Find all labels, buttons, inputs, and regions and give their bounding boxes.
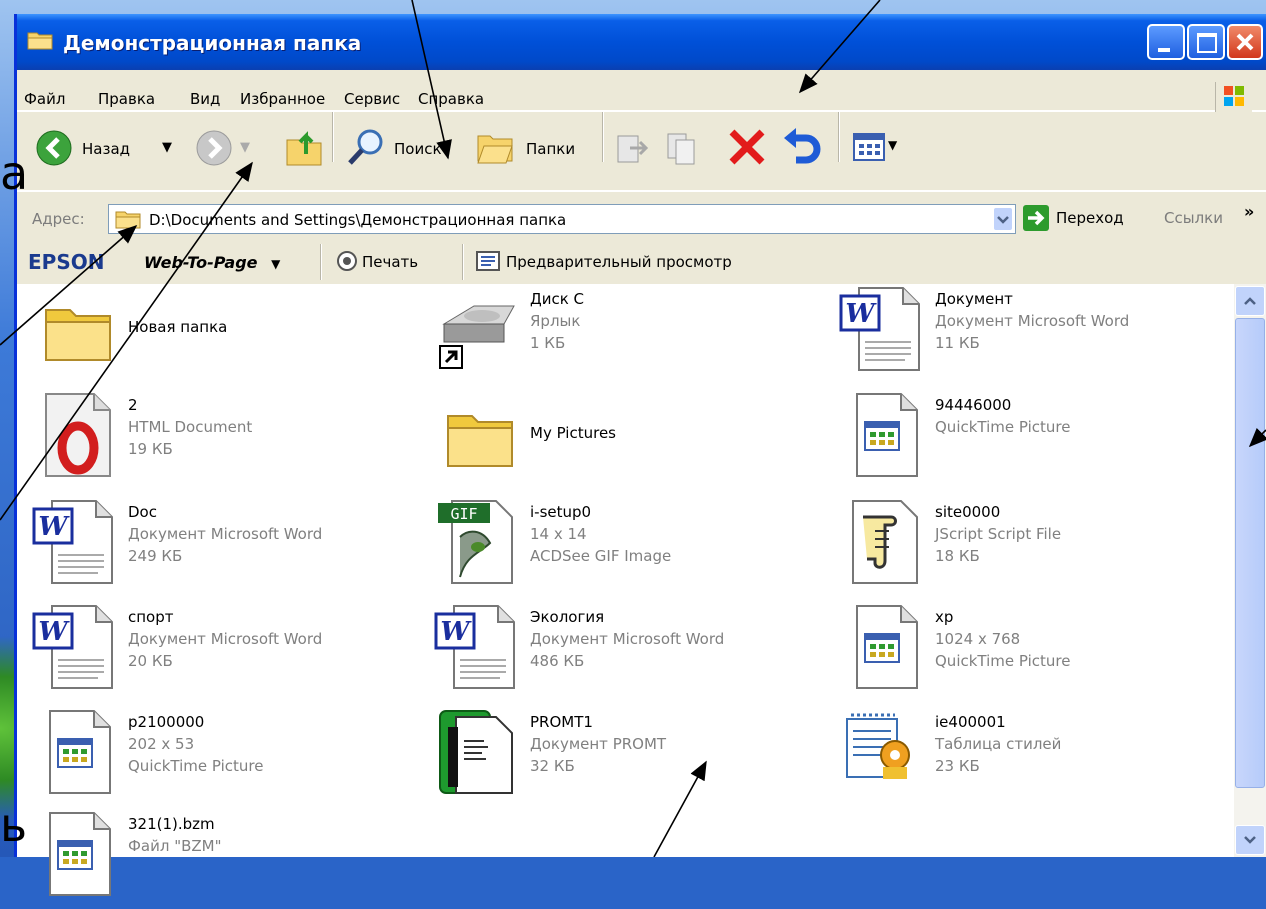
windows-logo-icon <box>1215 82 1252 112</box>
scroll-up-button[interactable] <box>1235 286 1265 316</box>
chevron-down-icon <box>1244 836 1256 844</box>
menu-view[interactable]: Вид <box>190 90 220 108</box>
menu-favorites[interactable]: Избранное <box>240 90 325 108</box>
menu-file[interactable]: Файл <box>24 90 65 108</box>
maximize-button[interactable] <box>1187 24 1225 60</box>
minimize-button[interactable] <box>1147 24 1185 60</box>
close-button[interactable] <box>1227 24 1263 60</box>
scroll-down-button[interactable] <box>1235 825 1265 855</box>
epson-toolbar <box>17 242 1266 285</box>
menu-bar: Файл Правка Вид Избранное Сервис Справка <box>17 70 1266 112</box>
scroll-thumb[interactable] <box>1235 318 1265 788</box>
close-icon <box>1236 33 1254 51</box>
vertical-scrollbar[interactable] <box>1234 284 1266 857</box>
folder-icon <box>27 32 53 50</box>
window-title: Демонстрационная папка <box>63 31 362 55</box>
file-list[interactable] <box>17 284 1234 857</box>
explorer-window: Демонстрационная папка Файл Правка Вид И… <box>14 14 1266 857</box>
menu-help[interactable]: Справка <box>418 90 484 108</box>
menu-edit[interactable]: Правка <box>98 90 155 108</box>
address-bar <box>17 191 1266 243</box>
menu-tools[interactable]: Сервис <box>344 90 400 108</box>
chevron-up-icon <box>1244 297 1256 305</box>
slide-text-fragment: ь <box>0 798 28 852</box>
standard-toolbar <box>17 112 1266 190</box>
slide-text-fragment: а <box>0 146 29 200</box>
title-bar[interactable]: Демонстрационная папка <box>17 14 1266 70</box>
